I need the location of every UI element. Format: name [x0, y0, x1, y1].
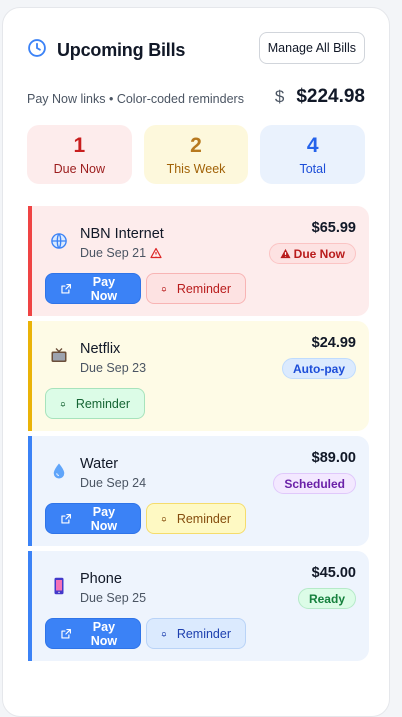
bill-actions: Reminder: [45, 388, 145, 419]
reminder-label: Reminder: [176, 281, 231, 296]
globe-icon: [48, 230, 70, 252]
total-wrap: $ $224.98: [275, 86, 365, 108]
status-badge: Auto-pay: [282, 358, 356, 379]
bill-due: Due Sep 21: [80, 246, 147, 260]
bill-due-row: Due Sep 25: [80, 591, 146, 605]
bill-info: NBN Internet Due Sep 21: [80, 226, 164, 260]
reminder-label: Reminder: [176, 511, 231, 526]
bill-header: NBN Internet Due Sep 21: [48, 226, 164, 260]
bill-name: Netflix: [80, 341, 121, 357]
reminder-button[interactable]: Reminder: [45, 388, 145, 419]
reminder-button[interactable]: Reminder: [146, 503, 246, 534]
bill-header: Water Due Sep 24: [48, 456, 146, 490]
warning-icon: [150, 247, 162, 259]
bill-actions: Pay Now Reminder: [45, 503, 246, 534]
bill-info: Water Due Sep 24: [80, 456, 146, 490]
manage-all-bills-button[interactable]: Manage All Bills: [258, 32, 365, 64]
title-wrap: Upcoming Bills: [27, 38, 185, 63]
droplet-icon: [48, 460, 70, 482]
summary-row: Pay Now links • Color-coded reminders $ …: [27, 86, 365, 110]
pay-now-button[interactable]: Pay Now: [45, 503, 141, 534]
bill-item-water: Water Due Sep 24 $89.00 Scheduled Pay No…: [28, 436, 369, 546]
tv-icon: [48, 345, 70, 367]
bill-actions: Pay Now Reminder: [45, 273, 246, 304]
bill-due: Due Sep 24: [80, 476, 147, 490]
pay-now-button[interactable]: Pay Now: [45, 618, 141, 649]
warning-icon: [280, 248, 291, 259]
dollar-icon: $: [274, 87, 285, 106]
bell-icon: [161, 286, 167, 291]
stat-label: Total: [299, 161, 326, 176]
bill-item-netflix: Netflix Due Sep 23 $24.99 Auto-pay Remin…: [28, 321, 369, 431]
bill-name: Water: [80, 456, 119, 472]
external-link-icon: [61, 628, 71, 639]
stat-value: 4: [306, 133, 319, 157]
bill-amount: $45.00: [311, 565, 356, 581]
bell-icon: [161, 516, 167, 521]
pay-now-button[interactable]: Pay Now: [45, 273, 141, 304]
external-link-icon: [61, 283, 71, 294]
stat-value: 1: [73, 133, 86, 157]
reminder-label: Reminder: [75, 396, 130, 411]
bill-due-row: Due Sep 21: [80, 246, 164, 260]
bill-due-row: Due Sep 24: [80, 476, 146, 490]
bill-due-row: Due Sep 23: [80, 361, 146, 375]
bell-icon: [60, 401, 66, 406]
external-link-icon: [61, 513, 71, 524]
pay-now-label: Pay Now: [90, 504, 118, 533]
stat-total: 4 Total: [260, 125, 366, 184]
card-header: Upcoming Bills Manage All Bills: [27, 32, 365, 78]
pay-now-label: Pay Now: [90, 619, 118, 648]
bill-amount: $65.99: [311, 220, 356, 236]
bill-name: Phone: [80, 571, 122, 587]
stat-label: This Week: [166, 161, 226, 176]
bills-card: Upcoming Bills Manage All Bills Pay Now …: [2, 7, 390, 717]
stat-this-week: 2 This Week: [143, 125, 249, 184]
bill-actions: Pay Now Reminder: [45, 618, 246, 649]
bill-name: NBN Internet: [80, 226, 164, 242]
status-badge: Due Now: [268, 243, 356, 264]
phone-icon: [48, 575, 70, 597]
reminder-button[interactable]: Reminder: [146, 273, 246, 304]
page-title: Upcoming Bills: [57, 40, 186, 60]
bill-info: Netflix Due Sep 23: [80, 341, 146, 375]
bill-item-phone: Phone Due Sep 25 $45.00 Ready Pay Now Re…: [28, 551, 369, 661]
bill-header: Phone Due Sep 25: [48, 571, 146, 605]
status-badge: Ready: [297, 588, 356, 609]
bill-amount: $89.00: [311, 450, 356, 466]
stat-label: Due Now: [53, 161, 106, 176]
status-badge-label: Due Now: [293, 246, 345, 261]
stats-row: 1 Due Now 2 This Week 4 Total: [27, 125, 366, 184]
clock-icon: [27, 38, 47, 63]
bill-due: Due Sep 23: [80, 361, 147, 375]
bill-due: Due Sep 25: [80, 591, 147, 605]
stat-value: 2: [190, 133, 202, 157]
subtitle: Pay Now links • Color-coded reminders: [27, 92, 244, 106]
bill-header: Netflix Due Sep 23: [48, 341, 146, 375]
bill-item-nbn-internet: NBN Internet Due Sep 21 $65.99 Due Now P…: [28, 206, 369, 316]
total-amount: $224.98: [296, 86, 365, 107]
reminder-button[interactable]: Reminder: [146, 618, 246, 649]
bill-amount: $24.99: [311, 335, 356, 351]
stat-due-now: 1 Due Now: [27, 125, 132, 184]
status-badge: Scheduled: [273, 473, 356, 494]
bell-icon: [161, 631, 167, 636]
reminder-label: Reminder: [176, 626, 231, 641]
pay-now-label: Pay Now: [90, 274, 118, 303]
bill-info: Phone Due Sep 25: [80, 571, 146, 605]
